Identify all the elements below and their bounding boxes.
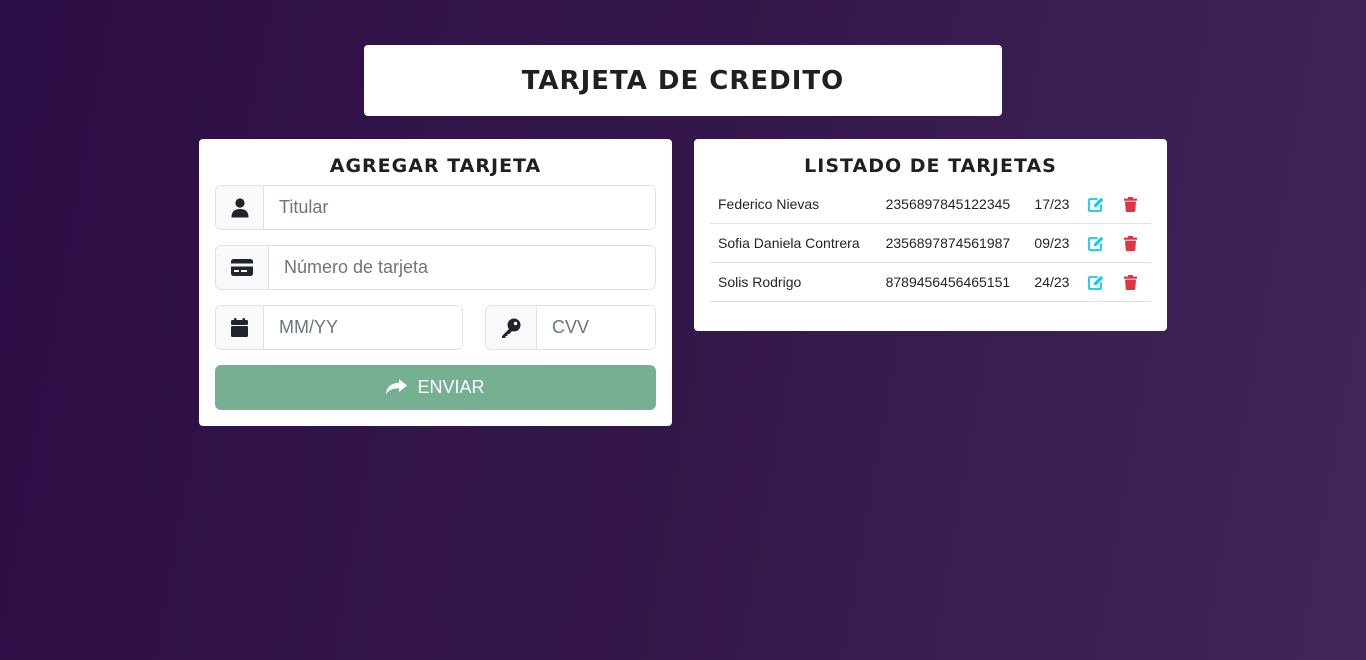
numero-cell: 2356897845122345 [885,185,1035,224]
actions-cell [1087,185,1151,224]
titular-cell: Federico Nievas [710,185,886,224]
cvv-input-group [485,305,656,350]
actions-cell [1087,223,1151,263]
fecha-cell: 17/23 [1034,185,1088,224]
user-icon [216,186,264,229]
enviar-button[interactable]: ENVIAR [215,365,656,410]
edit-icon[interactable] [1087,195,1105,213]
titular-cell: Solis Rodrigo [710,262,886,302]
enviar-label: ENVIAR [417,377,485,397]
list-title: LISTADO DE TARJETAS [804,155,1057,177]
edit-icon[interactable] [1087,273,1105,291]
fecha-cell: 24/23 [1034,262,1088,302]
fecha-cell: 09/23 [1034,223,1088,263]
actions-cell [1087,262,1151,302]
form-title: AGREGAR TARJETA [329,155,542,177]
cvv-input[interactable] [537,306,655,349]
titular-input-group [215,185,656,230]
numero-tarjeta-input[interactable] [269,246,655,289]
numero-cell: 2356897874561987 [885,223,1035,263]
trash-icon[interactable] [1121,273,1139,291]
calendar-icon [216,306,264,349]
numero-cell: 8789456456465151 [885,262,1035,302]
table-row: Sofia Daniela Contrera 2356897874561987 … [710,223,1151,263]
trash-icon[interactable] [1121,195,1139,213]
fecha-expiracion-input[interactable] [264,306,462,349]
fecha-input-group [215,305,463,350]
cards-table: Federico Nievas 2356897845122345 17/23 S… [710,185,1151,302]
numero-input-group [215,245,656,290]
credit-card-icon [216,246,269,289]
trash-icon[interactable] [1121,234,1139,252]
table-row: Solis Rodrigo 8789456456465151 24/23 [710,262,1151,302]
titular-input[interactable] [264,186,655,229]
card-list-panel: LISTADO DE TARJETAS Federico Nievas 2356… [694,139,1167,331]
share-icon [386,379,408,396]
key-icon [486,306,537,349]
edit-icon[interactable] [1087,234,1105,252]
page-title: TARJETA DE CREDITO [521,65,845,96]
add-card-form: AGREGAR TARJETA Titular Número de tarjet… [199,139,672,426]
titular-cell: Sofia Daniela Contrera [710,223,886,263]
header-card: TARJETA DE CREDITO [364,45,1002,116]
table-row: Federico Nievas 2356897845122345 17/23 [710,185,1151,224]
